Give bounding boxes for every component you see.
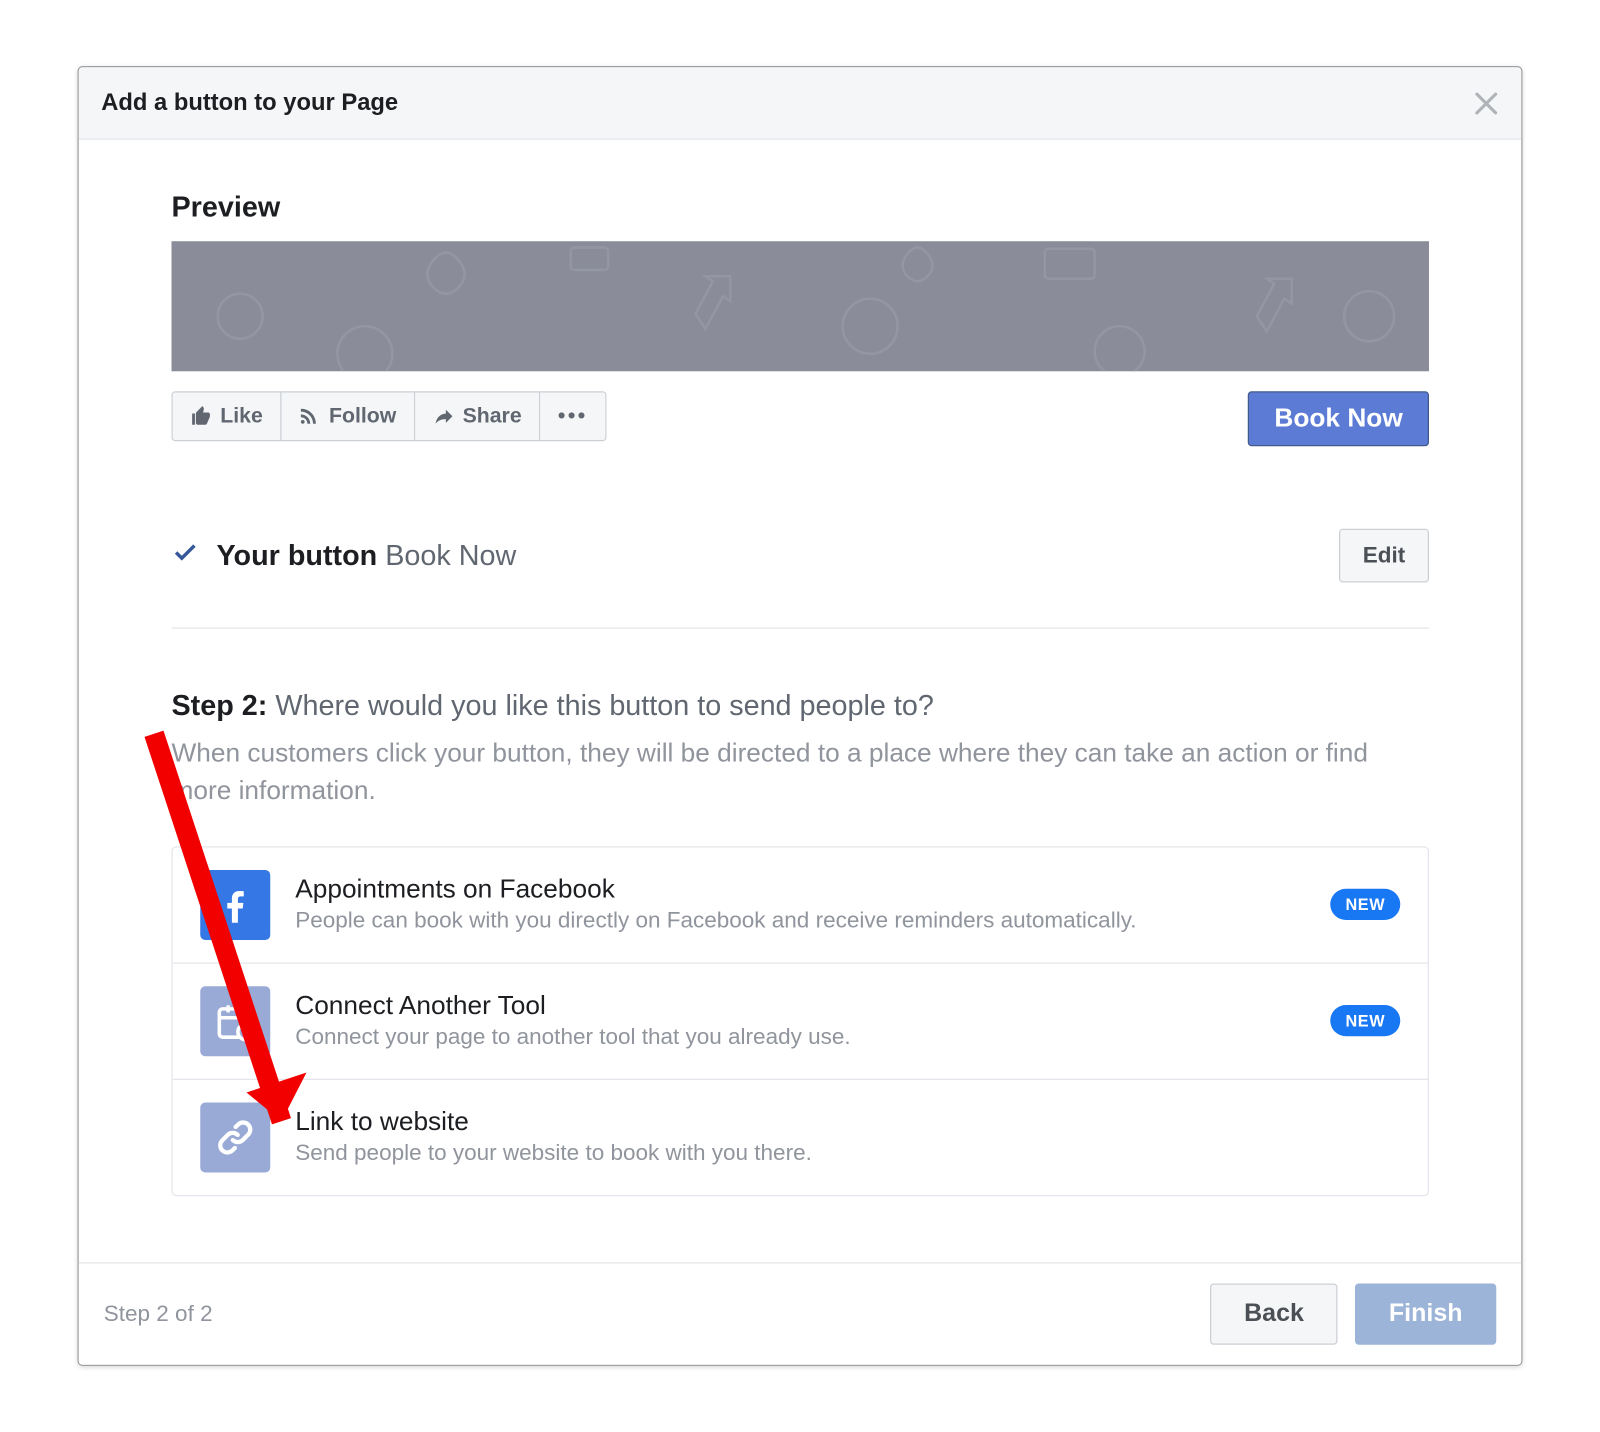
rss-icon	[299, 405, 322, 428]
cta-button[interactable]: Book Now	[1248, 391, 1429, 446]
thumbs-up-icon	[190, 405, 213, 428]
option-connect-tool[interactable]: Connect Another Tool Connect your page t…	[173, 963, 1428, 1079]
option-title: Appointments on Facebook	[295, 875, 1305, 905]
action-group: Like Follow Share •••	[171, 391, 606, 441]
step2-title: Step 2: Where would you like this button…	[171, 689, 1429, 723]
option-title: Connect Another Tool	[295, 991, 1305, 1021]
back-button[interactable]: Back	[1210, 1284, 1337, 1345]
step2-description: When customers click your button, they w…	[171, 735, 1429, 811]
new-badge: NEW	[1330, 889, 1400, 920]
preview-section: Preview	[171, 190, 1429, 446]
your-button-label: Your button	[216, 539, 377, 572]
close-icon[interactable]	[1474, 90, 1499, 115]
follow-label: Follow	[329, 404, 396, 429]
divider	[171, 627, 1429, 628]
option-desc: Connect your page to another tool that y…	[295, 1024, 1305, 1050]
step-indicator: Step 2 of 2	[104, 1301, 213, 1327]
cover-photo-strip	[171, 241, 1429, 371]
dialog-body: Preview	[79, 140, 1522, 1263]
your-button-row: Your button Book Now Edit	[171, 529, 1429, 583]
step2-section: Step 2: Where would you like this button…	[171, 689, 1429, 1196]
link-icon	[200, 1102, 270, 1172]
option-desc: People can book with you directly on Fac…	[295, 908, 1305, 934]
dialog: Add a button to your Page Preview	[78, 66, 1523, 1366]
ellipsis-icon: •••	[558, 404, 588, 429]
like-button[interactable]: Like	[173, 392, 282, 440]
edit-button[interactable]: Edit	[1339, 529, 1429, 583]
finish-button[interactable]: Finish	[1355, 1284, 1496, 1345]
share-label: Share	[462, 404, 521, 429]
step2-label: Step 2:	[171, 689, 267, 722]
preview-action-bar: Like Follow Share •••	[171, 391, 1429, 446]
more-button[interactable]: •••	[540, 392, 605, 440]
option-list: Appointments on Facebook People can book…	[171, 846, 1429, 1196]
check-icon	[171, 539, 199, 573]
your-button-value: Book Now	[385, 539, 516, 572]
your-button-text: Your button Book Now	[216, 539, 516, 573]
option-appointments[interactable]: Appointments on Facebook People can book…	[173, 847, 1428, 963]
dialog-footer: Step 2 of 2 Back Finish	[79, 1262, 1522, 1365]
calendar-plus-icon	[200, 986, 270, 1056]
new-badge: NEW	[1330, 1005, 1400, 1036]
dialog-header: Add a button to your Page	[79, 67, 1522, 140]
like-label: Like	[220, 404, 263, 429]
step2-question: Where would you like this button to send…	[275, 689, 933, 722]
dialog-title: Add a button to your Page	[101, 89, 398, 117]
follow-button[interactable]: Follow	[281, 392, 415, 440]
share-icon	[432, 405, 455, 428]
share-button[interactable]: Share	[415, 392, 540, 440]
option-title: Link to website	[295, 1108, 1400, 1138]
option-link-website[interactable]: Link to website Send people to your webs…	[173, 1080, 1428, 1195]
preview-heading: Preview	[171, 190, 1429, 224]
facebook-icon	[200, 870, 270, 940]
option-desc: Send people to your website to book with…	[295, 1140, 1400, 1166]
